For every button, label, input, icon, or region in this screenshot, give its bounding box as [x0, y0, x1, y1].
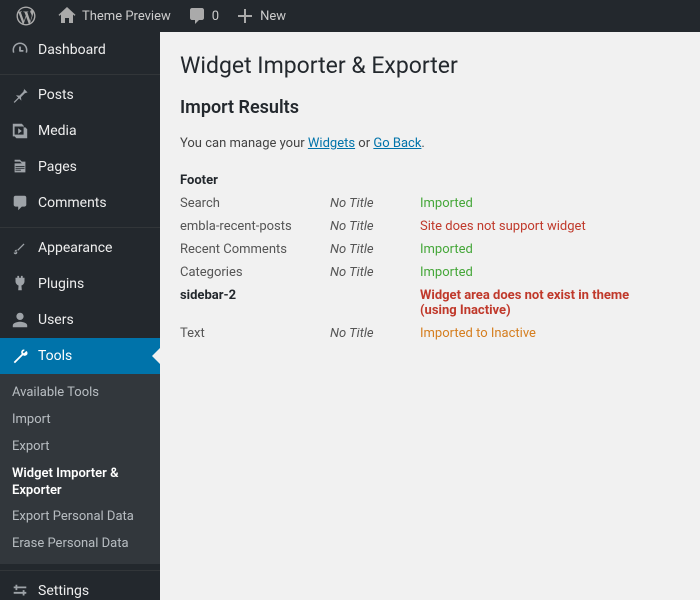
page-title: Widget Importer & Exporter	[180, 52, 680, 79]
widget-status: Site does not support widget	[420, 215, 640, 238]
sidebar-item-label: Comments	[38, 195, 107, 211]
comment-icon	[10, 193, 30, 213]
sidebar-item-label: Dashboard	[38, 42, 106, 58]
site-home-button[interactable]: Theme Preview	[49, 0, 179, 32]
intro-text: You can manage your Widgets or Go Back.	[180, 136, 680, 151]
widget-name: Search	[180, 192, 330, 215]
sidebar-item-label: Posts	[38, 87, 74, 103]
sidebar-item-label: Users	[38, 312, 74, 328]
wordpress-icon	[16, 6, 36, 26]
user-icon	[10, 310, 30, 330]
submenu-available-tools[interactable]: Available Tools	[0, 380, 160, 407]
comment-icon	[187, 6, 207, 26]
widget-title: No Title	[330, 322, 420, 345]
table-row: CategoriesNo TitleImported	[180, 261, 640, 284]
section-heading: sidebar-2	[180, 284, 420, 322]
section-status: Widget area does not exist in theme (usi…	[420, 284, 640, 322]
widget-title: No Title	[330, 261, 420, 284]
section-heading: Footer	[180, 169, 420, 192]
widget-name: Recent Comments	[180, 238, 330, 261]
table-section-row: sidebar-2Widget area does not exist in t…	[180, 284, 640, 322]
submenu-widget-importer-exporter[interactable]: Widget Importer & Exporter	[0, 461, 160, 505]
pin-icon	[10, 85, 30, 105]
import-results-table: FooterSearchNo TitleImportedembla-recent…	[180, 169, 640, 345]
widget-title: No Title	[330, 238, 420, 261]
dashboard-icon	[10, 40, 30, 60]
page-icon	[10, 157, 30, 177]
plus-icon	[235, 6, 255, 26]
go-back-link[interactable]: Go Back	[373, 136, 421, 151]
table-row: SearchNo TitleImported	[180, 192, 640, 215]
submenu-import[interactable]: Import	[0, 407, 160, 434]
plug-icon	[10, 274, 30, 294]
submenu-export[interactable]: Export	[0, 434, 160, 461]
sidebar-item-dashboard[interactable]: Dashboard	[0, 32, 160, 68]
new-content-button[interactable]: New	[227, 0, 294, 32]
widget-title: No Title	[330, 215, 420, 238]
sidebar-item-label: Appearance	[38, 240, 112, 256]
home-icon	[57, 6, 77, 26]
wp-logo-button[interactable]	[8, 0, 49, 32]
sidebar-item-label: Plugins	[38, 276, 84, 292]
new-label: New	[260, 9, 286, 24]
brush-icon	[10, 238, 30, 258]
comments-button[interactable]: 0	[179, 0, 227, 32]
sidebar-item-label: Settings	[38, 583, 89, 599]
tools-submenu: Available Tools Import Export Widget Imp…	[0, 374, 160, 564]
sliders-icon	[10, 581, 30, 600]
sidebar-item-label: Pages	[38, 159, 77, 175]
table-row: Recent CommentsNo TitleImported	[180, 238, 640, 261]
sidebar-item-appearance[interactable]: Appearance	[0, 230, 160, 266]
main-content: Widget Importer & Exporter Import Result…	[160, 32, 700, 600]
widget-name: Text	[180, 322, 330, 345]
sidebar-item-users[interactable]: Users	[0, 302, 160, 338]
widget-status: Imported	[420, 192, 640, 215]
page-subtitle: Import Results	[180, 97, 680, 118]
sidebar-item-comments[interactable]: Comments	[0, 185, 160, 221]
menu-separator	[0, 70, 160, 75]
wrench-icon	[10, 346, 30, 366]
admin-toolbar: Theme Preview 0 New	[0, 0, 700, 32]
table-row: TextNo TitleImported to Inactive	[180, 322, 640, 345]
widgets-link[interactable]: Widgets	[308, 136, 355, 151]
menu-separator	[0, 566, 160, 571]
sidebar-item-label: Tools	[38, 348, 72, 364]
menu-separator	[0, 223, 160, 228]
table-row: embla-recent-postsNo TitleSite does not …	[180, 215, 640, 238]
sidebar-item-settings[interactable]: Settings	[0, 573, 160, 600]
widget-status: Imported	[420, 238, 640, 261]
table-section-row: Footer	[180, 169, 640, 192]
widget-title: No Title	[330, 192, 420, 215]
sidebar-item-media[interactable]: Media	[0, 113, 160, 149]
submenu-export-personal-data[interactable]: Export Personal Data	[0, 504, 160, 531]
admin-sidebar: Dashboard Posts Media Pages Comments App…	[0, 32, 160, 600]
submenu-erase-personal-data[interactable]: Erase Personal Data	[0, 531, 160, 558]
widget-name: Categories	[180, 261, 330, 284]
sidebar-item-pages[interactable]: Pages	[0, 149, 160, 185]
media-icon	[10, 121, 30, 141]
site-title: Theme Preview	[82, 9, 171, 24]
sidebar-item-plugins[interactable]: Plugins	[0, 266, 160, 302]
sidebar-item-posts[interactable]: Posts	[0, 77, 160, 113]
widget-name: embla-recent-posts	[180, 215, 330, 238]
widget-status: Imported	[420, 261, 640, 284]
section-status	[420, 169, 640, 192]
sidebar-item-label: Media	[38, 123, 77, 139]
widget-status: Imported to Inactive	[420, 322, 640, 345]
sidebar-item-tools[interactable]: Tools	[0, 338, 160, 374]
main-wrap: Dashboard Posts Media Pages Comments App…	[0, 32, 700, 600]
comments-count: 0	[212, 9, 219, 24]
